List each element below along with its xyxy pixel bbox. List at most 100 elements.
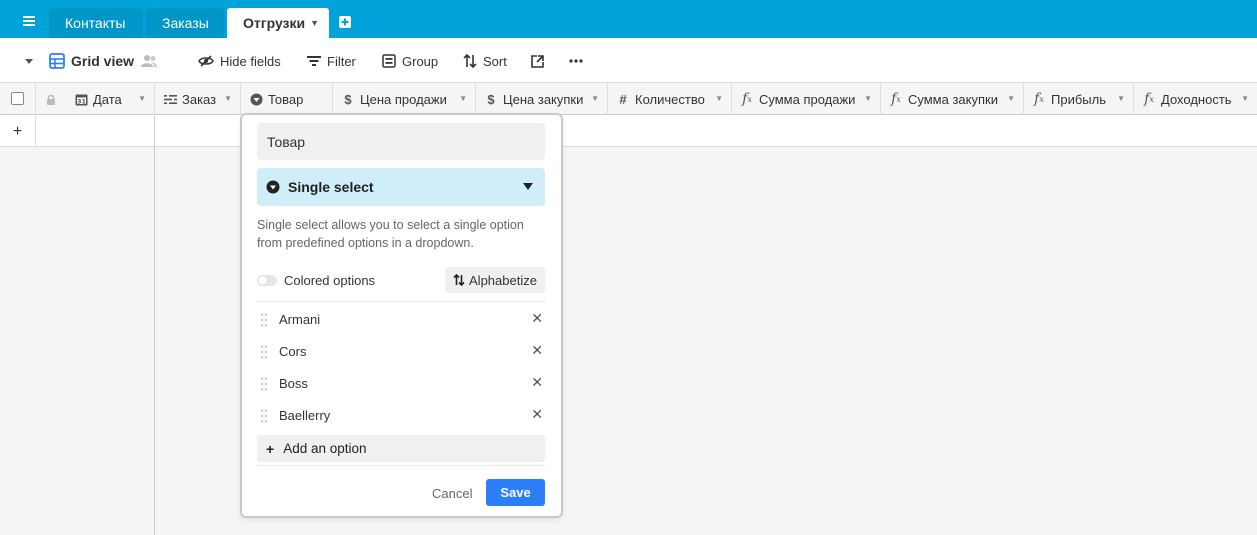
hide-fields-button[interactable]: Hide fields	[198, 52, 281, 70]
chevron-down-icon[interactable]: ▼	[310, 8, 319, 38]
currency-icon: $	[344, 91, 352, 107]
formula-icon: fx	[742, 91, 752, 107]
drag-handle-icon[interactable]	[261, 378, 267, 390]
table-tab-bar: Контакты Заказы Отгрузки ▼	[0, 0, 1257, 38]
menu-button[interactable]	[12, 11, 46, 33]
formula-icon: fx	[891, 91, 901, 107]
field-name-input[interactable]	[257, 123, 545, 160]
alphabetize-button[interactable]: Alphabetize	[445, 267, 545, 293]
drag-handle-icon[interactable]	[261, 346, 267, 358]
lock-icon	[47, 94, 55, 105]
select-option[interactable]: Cors ✕	[257, 336, 545, 368]
column-label: Цена закупки	[503, 91, 584, 107]
sort-button[interactable]: Sort	[463, 52, 507, 70]
remove-option-icon[interactable]: ✕	[531, 342, 543, 359]
chevron-down-icon[interactable]: ▼	[224, 94, 232, 103]
plus-icon: +	[266, 440, 275, 457]
column-label: Дата	[93, 91, 122, 107]
caret-down-icon	[523, 183, 533, 190]
drag-handle-icon[interactable]	[261, 410, 267, 422]
tab-zakazy[interactable]: Заказы	[146, 8, 224, 38]
external-link-icon	[531, 54, 544, 68]
column-header-dohodnost[interactable]: fx Доходность ▼	[1134, 83, 1257, 115]
view-toolbar: Grid view Hide fields Filter Group Sort	[0, 38, 1257, 83]
group-button[interactable]: Group	[382, 52, 438, 70]
more-options-button[interactable]	[569, 52, 583, 70]
chevron-down-icon[interactable]: ▼	[864, 94, 872, 103]
colored-options-toggle[interactable]	[257, 275, 277, 286]
chevron-down-icon[interactable]: ▼	[591, 94, 599, 103]
share-view-button[interactable]	[531, 52, 544, 70]
remove-option-icon[interactable]: ✕	[531, 374, 543, 391]
option-label: Baellerry	[279, 408, 331, 423]
chevron-down-icon[interactable]: ▼	[1241, 94, 1249, 103]
grid-header: 31 Дата ▼ Заказ ▼ Товар $ Цена продажи ▼…	[0, 83, 1257, 115]
view-switcher[interactable]: Grid view	[49, 52, 158, 70]
tab-label: Контакты	[65, 15, 126, 31]
column-label: Товар	[268, 91, 304, 107]
add-option-label: Add an option	[283, 441, 367, 456]
chevron-down-icon[interactable]: ▼	[1117, 94, 1125, 103]
group-icon	[382, 54, 396, 68]
column-header-summa-zakupki[interactable]: fx Сумма закупки ▼	[881, 83, 1024, 115]
add-record-button[interactable]: +	[0, 116, 36, 147]
option-label: Armani	[279, 312, 321, 327]
select-option[interactable]: Armani ✕	[257, 304, 545, 336]
drag-handle-icon[interactable]	[261, 314, 267, 326]
remove-option-icon[interactable]: ✕	[531, 310, 543, 327]
column-label: Доходность	[1161, 91, 1232, 107]
column-header-cena-zakupki[interactable]: $ Цена закупки ▼	[476, 83, 608, 115]
calendar-icon: 31	[74, 92, 88, 106]
column-header-kolichestvo[interactable]: # Количество ▼	[608, 83, 732, 115]
chevron-down-icon[interactable]: ▼	[138, 94, 146, 103]
column-header-pribyl[interactable]: fx Прибыль ▼	[1024, 83, 1134, 115]
tab-kontakty[interactable]: Контакты	[49, 8, 143, 38]
column-label: Заказ	[182, 91, 217, 107]
select-option[interactable]: Baellerry ✕	[257, 400, 545, 432]
field-type-label: Single select	[288, 179, 374, 195]
formula-icon: fx	[1034, 91, 1044, 107]
sort-label: Sort	[483, 53, 507, 69]
cancel-button[interactable]: Cancel	[432, 486, 472, 501]
column-label: Цена продажи	[360, 91, 447, 107]
field-type-select[interactable]: Single select	[257, 168, 545, 206]
select-option[interactable]: Boss ✕	[257, 368, 545, 400]
caret-down-icon	[25, 59, 33, 64]
colored-options-label: Colored options	[284, 273, 376, 288]
select-all-cell	[0, 83, 36, 115]
view-list-toggle[interactable]	[24, 52, 34, 70]
hide-fields-label: Hide fields	[220, 53, 281, 69]
column-header-summa-prodazhi[interactable]: fx Сумма продажи ▼	[732, 83, 881, 115]
add-table-icon[interactable]	[338, 15, 352, 29]
column-header-cena-prodazhi[interactable]: $ Цена продажи ▼	[333, 83, 476, 115]
ellipsis-icon	[569, 59, 583, 63]
tab-otgruzki[interactable]: Отгрузки ▼	[227, 8, 329, 38]
primary-lock-cell	[36, 83, 66, 115]
grid-icon	[49, 53, 65, 69]
column-header-zakaz[interactable]: Заказ ▼	[155, 83, 241, 115]
view-name: Grid view	[71, 53, 135, 69]
filter-button[interactable]: Filter	[307, 52, 356, 70]
chevron-down-icon[interactable]: ▼	[1007, 94, 1015, 103]
column-header-data[interactable]: 31 Дата ▼	[66, 83, 155, 115]
sort-icon	[463, 54, 477, 68]
column-header-tovar[interactable]: Товар	[241, 83, 333, 115]
tab-label: Отгрузки	[243, 15, 306, 31]
select-all-checkbox[interactable]	[11, 92, 24, 105]
option-label: Cors	[279, 344, 307, 359]
column-label: Сумма продажи	[759, 91, 856, 107]
alphabetize-label: Alphabetize	[469, 272, 537, 288]
number-icon: #	[619, 91, 627, 107]
add-record-row[interactable]: +	[0, 116, 1257, 147]
field-config-popup: Single select Single select allows you t…	[240, 113, 563, 518]
save-button[interactable]: Save	[486, 479, 545, 506]
remove-option-icon[interactable]: ✕	[531, 406, 543, 423]
field-type-description: Single select allows you to select a sin…	[257, 218, 524, 250]
chevron-down-icon[interactable]: ▼	[715, 94, 723, 103]
add-option-button[interactable]: + Add an option	[257, 435, 545, 462]
eye-slash-icon	[198, 55, 214, 67]
svg-text:31: 31	[76, 97, 86, 105]
formula-icon: fx	[1144, 91, 1154, 107]
chevron-down-icon[interactable]: ▼	[459, 94, 467, 103]
column-label: Количество	[635, 91, 705, 107]
